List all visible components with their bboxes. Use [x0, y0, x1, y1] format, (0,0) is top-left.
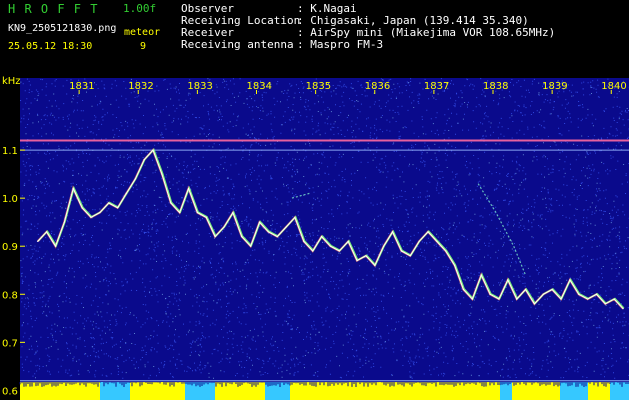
x-tick-label: 1836 [365, 81, 390, 92]
trace-point [108, 202, 110, 204]
datetime: 25.05.12 18:30 [8, 41, 93, 52]
trace-point [81, 207, 83, 209]
baseline-strip [19, 382, 629, 400]
trace-point [303, 240, 305, 243]
trace-point [578, 293, 580, 295]
trace-point [90, 216, 92, 218]
trace-point [551, 288, 553, 291]
trace-point [249, 245, 252, 247]
x-tick-label: 1834 [247, 81, 272, 92]
trace-point [533, 303, 535, 305]
trace-point [338, 250, 340, 252]
trace-point [294, 216, 296, 218]
meteor-count: 9 [140, 41, 147, 52]
trace-point [134, 178, 136, 180]
trace-point [347, 240, 349, 243]
trace-point [542, 293, 544, 295]
baseline-gap [265, 382, 290, 400]
trace-point [356, 260, 358, 262]
trace-point [427, 231, 429, 233]
trace-point [524, 288, 527, 291]
trace-point [170, 202, 172, 204]
y-tick-label: 1.1 [2, 146, 18, 157]
trace-point [258, 221, 261, 223]
trace-point [232, 211, 234, 214]
trace-point [99, 211, 101, 214]
trace-point [498, 298, 500, 300]
trace-point [374, 264, 376, 267]
trace-point [241, 235, 243, 238]
y-tick-label: 0.9 [2, 242, 18, 253]
spectrogram-plot: kHz 1.1 1.0 0.9 0.8 0.7 0.6 1831 1832 1833 1834 1… [2, 76, 629, 400]
y-tick-label: 1.0 [2, 194, 18, 205]
trace-point [462, 288, 465, 291]
trace-point [54, 245, 57, 247]
y-axis-unit: kHz [2, 76, 21, 87]
trace-point [205, 216, 207, 218]
x-tick-label: 1831 [69, 81, 94, 92]
trace-point [489, 293, 491, 295]
antenna-label: Receiving antenna [181, 38, 294, 51]
trace-point [116, 207, 119, 209]
trace-point [391, 231, 394, 233]
file-name: KN9_2505121830.png [8, 23, 117, 34]
x-tick-label: 1832 [128, 81, 153, 92]
trace-point [276, 235, 278, 238]
trace-point [418, 240, 420, 243]
y-tick-label: 0.8 [2, 290, 18, 301]
trace-point [400, 250, 402, 252]
trace-point [436, 240, 438, 243]
trace-point [480, 274, 482, 276]
trace-point [604, 303, 606, 305]
trace-point [445, 250, 447, 252]
trace-point [223, 226, 225, 228]
hrofft-window: H R O F F T 1.00f KN9_2505121830.png 25.… [0, 0, 629, 400]
trace-point [312, 250, 314, 252]
trace-point [179, 211, 181, 214]
trace-point [152, 149, 154, 151]
trace-point [63, 221, 65, 223]
trace-point [72, 187, 74, 190]
baseline-gap [610, 382, 629, 400]
trace-point [365, 255, 367, 257]
trace-point [453, 264, 456, 267]
y-tick-label: 0.6 [2, 386, 18, 397]
x-tick-label: 1833 [187, 81, 212, 92]
x-tick-label: 1835 [306, 81, 331, 92]
x-tick-label: 1837 [424, 81, 449, 92]
x-tick-label: 1840 [601, 81, 626, 92]
antenna-value: : Maspro FM-3 [297, 38, 384, 51]
app-name: H R O F F T [8, 2, 99, 16]
trace-point [214, 235, 216, 238]
meteor-label: meteor [124, 27, 161, 38]
x-tick-label: 1839 [542, 81, 567, 92]
trace-point [622, 308, 624, 310]
trace-point [383, 245, 385, 247]
y-tick-label: 0.7 [2, 338, 18, 349]
trace-point [267, 231, 269, 233]
trace-point [161, 173, 163, 175]
trace-point [143, 159, 145, 161]
trace-point [329, 245, 332, 247]
trace-point [595, 293, 598, 295]
trace-point [569, 279, 571, 281]
trace-point [507, 279, 509, 281]
x-tick-label: 1838 [483, 81, 508, 92]
trace-point [187, 187, 190, 190]
trace-point [46, 231, 48, 233]
trace-point [125, 192, 128, 194]
trace-point [587, 298, 589, 300]
trace-point [613, 298, 615, 300]
trace-point [471, 298, 473, 300]
trace-point [560, 298, 562, 300]
trace-point [37, 240, 39, 243]
trace-point [516, 298, 518, 300]
app-version: 1.00f [123, 2, 157, 15]
trace-point [320, 235, 323, 238]
trace-point [409, 255, 411, 257]
trace-point [196, 211, 198, 214]
trace-point [285, 226, 287, 228]
